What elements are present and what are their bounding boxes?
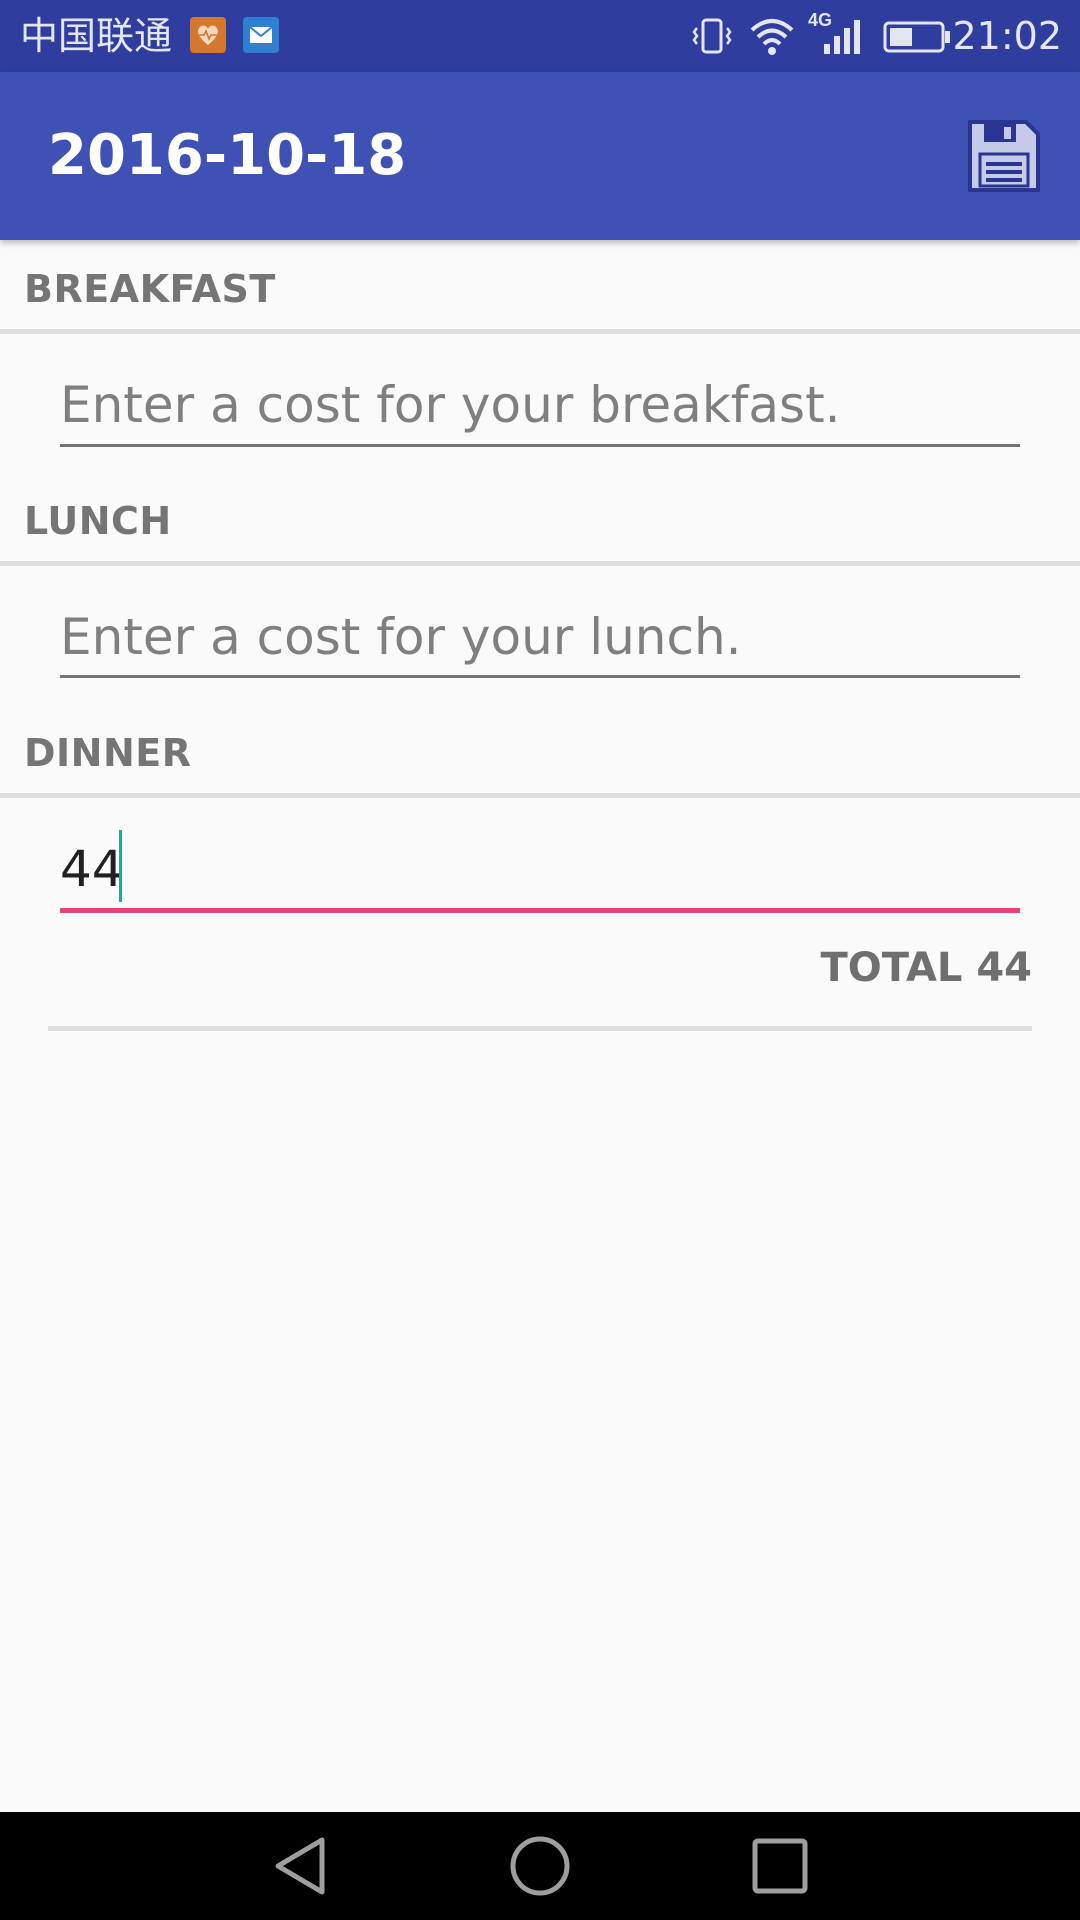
app-bar: 2016-10-18 — [0, 72, 1080, 240]
page-title: 2016-10-18 — [48, 123, 407, 188]
wifi-icon — [750, 19, 794, 55]
vibrate-icon — [692, 18, 732, 54]
lunch-cost-input[interactable] — [60, 602, 1020, 672]
navigation-bar — [0, 1812, 1080, 1920]
status-bar: 中国联通 4G 21:02 — [0, 0, 1080, 72]
back-icon — [275, 1837, 325, 1895]
back-button[interactable] — [268, 1834, 332, 1898]
dinner-input-underline — [60, 908, 1020, 913]
carrier-name: 中国联通 — [20, 14, 173, 58]
breakfast-divider — [0, 329, 1080, 334]
breakfast-input-underline — [60, 444, 1020, 447]
health-notification-icon — [190, 17, 226, 53]
cell-signal-icon — [824, 20, 860, 54]
lunch-input-underline — [60, 675, 1020, 678]
dinner-cost-input[interactable] — [60, 834, 1020, 904]
lunch-divider — [0, 561, 1080, 566]
dinner-header: DINNER — [24, 731, 192, 775]
battery-icon — [883, 21, 950, 53]
text-cursor — [119, 830, 122, 902]
home-button[interactable] — [508, 1834, 572, 1898]
home-icon — [510, 1836, 570, 1896]
floppy-disk-icon — [968, 120, 1040, 192]
total-label: TOTAL 44 — [820, 945, 1032, 991]
breakfast-cost-input[interactable] — [60, 370, 1020, 440]
dinner-divider — [0, 793, 1080, 798]
clock: 21:02 — [952, 14, 1062, 58]
recents-icon — [752, 1838, 808, 1894]
total-divider — [48, 1026, 1032, 1031]
mail-notification-icon — [243, 17, 279, 53]
save-button[interactable] — [966, 118, 1042, 194]
recents-button[interactable] — [748, 1834, 812, 1898]
lunch-header: LUNCH — [24, 499, 172, 543]
breakfast-header: BREAKFAST — [24, 267, 276, 311]
